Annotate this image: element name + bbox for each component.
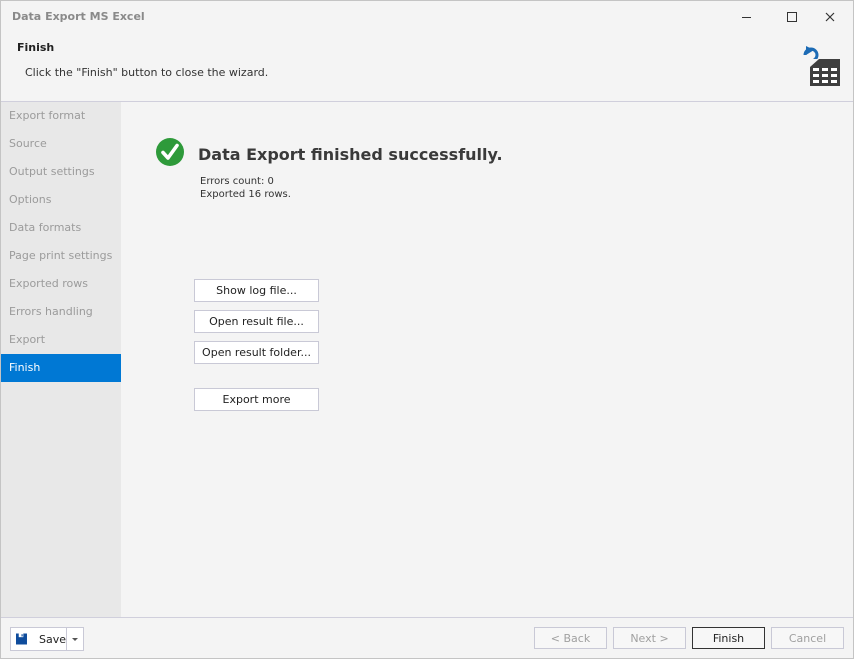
close-button[interactable] bbox=[807, 1, 853, 33]
finish-button[interactable]: Finish bbox=[692, 627, 765, 649]
open-result-file-button[interactable]: Open result file... bbox=[194, 310, 319, 333]
floppy-disk-icon bbox=[16, 633, 27, 645]
sidebar-item-page-print-settings[interactable]: Page print settings bbox=[1, 242, 121, 270]
chevron-down-icon bbox=[72, 637, 78, 641]
export-table-icon bbox=[803, 46, 840, 86]
cancel-button[interactable]: Cancel bbox=[771, 627, 844, 649]
success-check-icon bbox=[156, 138, 184, 166]
sidebar-item-export[interactable]: Export bbox=[1, 326, 121, 354]
sidebar-item-options[interactable]: Options bbox=[1, 186, 121, 214]
minimize-icon bbox=[741, 16, 751, 18]
sidebar-item-data-formats[interactable]: Data formats bbox=[1, 214, 121, 242]
wizard-steps-sidebar: Export format Source Output settings Opt… bbox=[1, 102, 121, 617]
exported-rows-count: Exported 16 rows. bbox=[200, 189, 291, 200]
back-button[interactable]: < Back bbox=[534, 627, 607, 649]
next-button[interactable]: Next > bbox=[613, 627, 686, 649]
sidebar-item-export-format[interactable]: Export format bbox=[1, 102, 121, 130]
title-bar: Data Export MS Excel bbox=[1, 1, 853, 33]
maximize-icon bbox=[787, 12, 797, 22]
wizard-window: Data Export MS Excel Finish Click the "F… bbox=[0, 0, 854, 659]
errors-count: Errors count: 0 bbox=[200, 176, 274, 187]
finish-page-content: Data Export finished successfully. Error… bbox=[121, 102, 853, 617]
minimize-button[interactable] bbox=[723, 1, 769, 33]
sidebar-item-errors-handling[interactable]: Errors handling bbox=[1, 298, 121, 326]
save-options-dropdown[interactable] bbox=[66, 628, 83, 650]
sidebar-item-output-settings[interactable]: Output settings bbox=[1, 158, 121, 186]
close-icon bbox=[825, 12, 835, 22]
status-title: Data Export finished successfully. bbox=[198, 145, 503, 164]
sidebar-item-source[interactable]: Source bbox=[1, 130, 121, 158]
page-title: Finish bbox=[17, 41, 55, 54]
sidebar-item-finish[interactable]: Finish bbox=[1, 354, 121, 382]
export-more-button[interactable]: Export more bbox=[194, 388, 319, 411]
save-split-button: Save bbox=[10, 627, 84, 651]
open-result-folder-button[interactable]: Open result folder... bbox=[194, 341, 319, 364]
sidebar-item-exported-rows[interactable]: Exported rows bbox=[1, 270, 121, 298]
page-description: Click the "Finish" button to close the w… bbox=[25, 66, 269, 79]
window-title: Data Export MS Excel bbox=[12, 10, 145, 23]
show-log-file-button[interactable]: Show log file... bbox=[194, 279, 319, 302]
wizard-footer: Save < Back Next > Finish Cancel bbox=[1, 618, 853, 658]
wizard-header: Finish Click the "Finish" button to clos… bbox=[1, 33, 853, 101]
save-label: Save bbox=[38, 632, 66, 646]
save-button[interactable]: Save bbox=[11, 628, 66, 650]
